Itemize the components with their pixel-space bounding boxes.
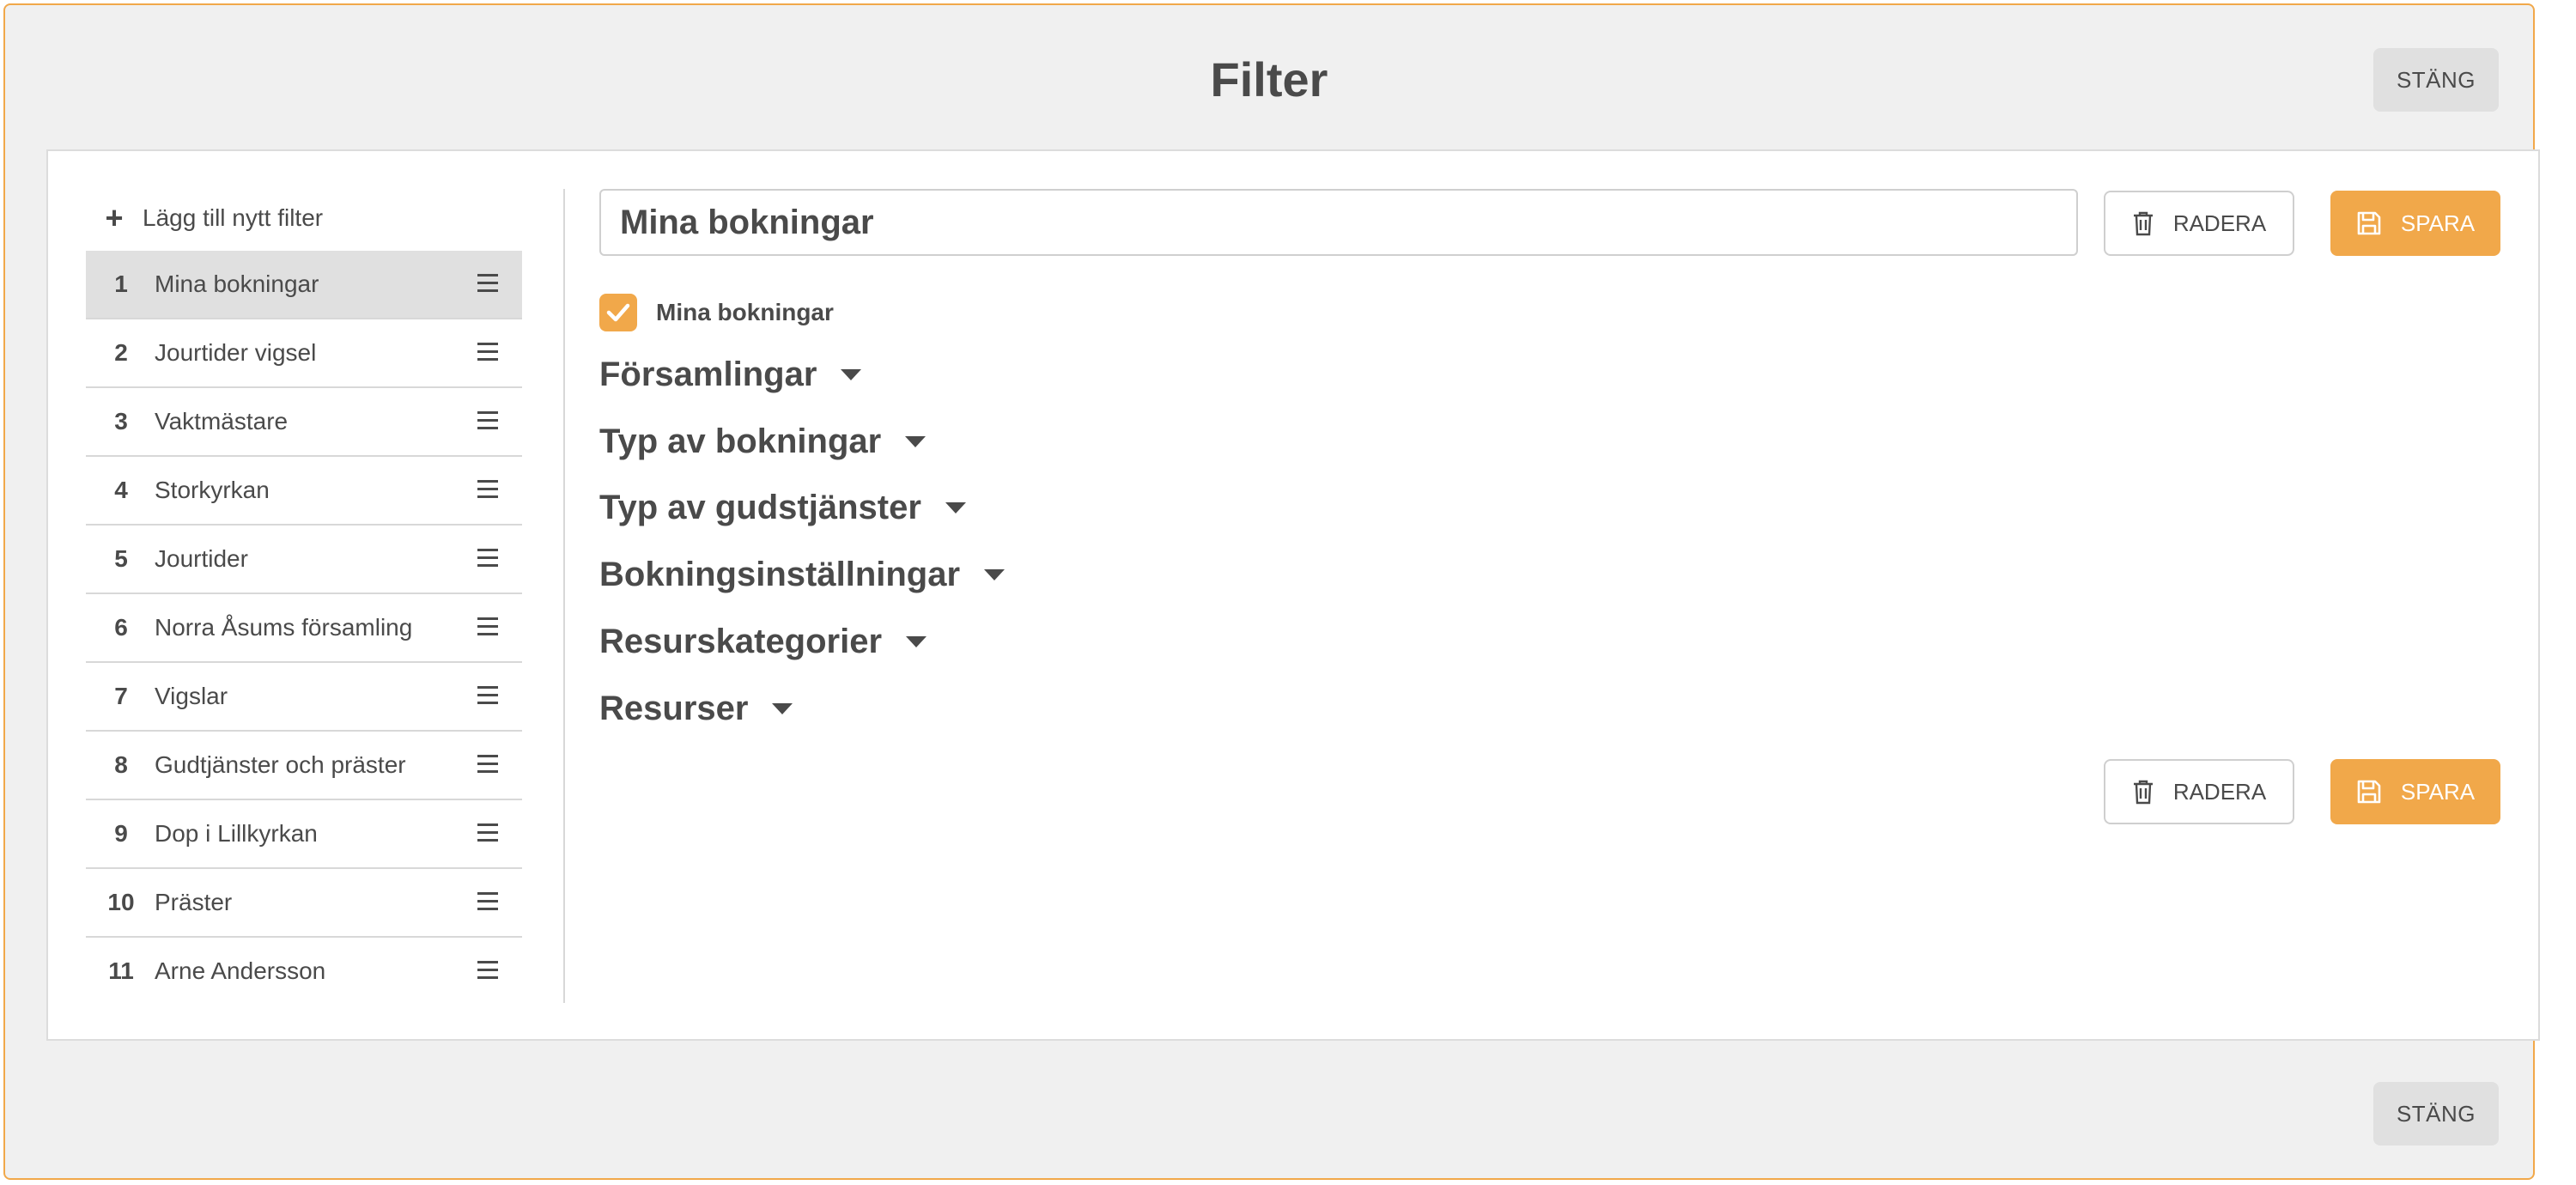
- filter-item-5[interactable]: 5 Jourtider: [86, 526, 522, 594]
- drag-handle-icon[interactable]: [477, 755, 498, 775]
- filter-item-4[interactable]: 4 Storkyrkan: [86, 457, 522, 526]
- checkbox-label: Mina bokningar: [656, 299, 834, 325]
- filter-item-7[interactable]: 7 Vigslar: [86, 663, 522, 732]
- filter-name-input[interactable]: [599, 189, 2078, 256]
- save-label: SPARA: [2400, 778, 2476, 805]
- section-label: Typ av bokningar: [599, 422, 882, 460]
- filter-item-number: 4: [114, 477, 128, 503]
- section-typ-av-bokningar[interactable]: Typ av bokningar: [599, 422, 927, 461]
- filter-item-number: 7: [114, 683, 128, 709]
- filter-item-label: Dop i Lillkyrkan: [155, 820, 318, 847]
- filter-item-label: Gudtjänster och präster: [155, 751, 406, 778]
- drag-handle-icon[interactable]: [477, 686, 498, 707]
- add-filter-button[interactable]: + Lägg till nytt filter: [86, 185, 522, 251]
- filter-item-11[interactable]: 11 Arne Andersson: [86, 938, 522, 1005]
- filter-item-label: Norra Åsums församling: [155, 614, 413, 641]
- drag-handle-icon[interactable]: [477, 961, 498, 981]
- drag-handle-icon[interactable]: [477, 343, 498, 363]
- drag-handle-icon[interactable]: [477, 892, 498, 913]
- filter-item-label: Vigslar: [155, 683, 228, 709]
- filter-item-6[interactable]: 6 Norra Åsums församling: [86, 594, 522, 663]
- caret-down-icon: [906, 636, 927, 647]
- section-label: Församlingar: [599, 356, 817, 393]
- section-label: Typ av gudstjänster: [599, 489, 921, 526]
- section-bokningsinstallningar[interactable]: Bokningsinställningar: [599, 556, 1005, 594]
- save-button-bottom[interactable]: SPARA: [2330, 759, 2500, 824]
- caret-down-icon: [945, 502, 966, 514]
- save-button-top[interactable]: SPARA: [2330, 191, 2500, 256]
- section-label: Bokningsinställningar: [599, 556, 961, 593]
- filter-item-number: 2: [114, 339, 128, 366]
- filter-item-3[interactable]: 3 Vaktmästare: [86, 388, 522, 457]
- delete-button-bottom[interactable]: RADERA: [2104, 759, 2294, 824]
- panel-divider: [563, 189, 565, 1003]
- caret-down-icon: [984, 569, 1005, 580]
- caret-down-icon: [841, 369, 862, 380]
- drag-handle-icon[interactable]: [477, 823, 498, 844]
- filter-item-number: 11: [108, 957, 134, 984]
- drag-handle-icon[interactable]: [477, 274, 498, 295]
- section-label: Resurskategorier: [599, 623, 883, 660]
- filter-item-10[interactable]: 10 Präster: [86, 869, 522, 938]
- filter-item-number: 8: [114, 751, 128, 778]
- filter-item-number: 6: [114, 614, 128, 641]
- filter-item-number: 1: [114, 270, 128, 297]
- my-bookings-checkbox-row[interactable]: Mina bokningar: [599, 294, 834, 331]
- filter-modal: Filter STÄNG + Lägg till nytt filter 1 M…: [3, 3, 2540, 1180]
- filter-item-1[interactable]: 1 Mina bokningar: [86, 251, 522, 319]
- caret-down-icon: [772, 703, 793, 714]
- section-resurser[interactable]: Resurser: [599, 690, 793, 728]
- filter-item-number: 10: [107, 889, 135, 915]
- checkbox[interactable]: [599, 294, 637, 331]
- filter-sidebar: + Lägg till nytt filter 1 Mina bokningar…: [86, 185, 522, 1005]
- add-filter-label: Lägg till nytt filter: [143, 204, 324, 231]
- filter-item-label: Arne Andersson: [155, 957, 326, 984]
- close-button-bottom[interactable]: STÄNG: [2373, 1082, 2499, 1146]
- filter-item-8[interactable]: 8 Gudtjänster och präster: [86, 732, 522, 800]
- filter-item-label: Vaktmästare: [155, 408, 289, 434]
- floppy-disk-icon: [2357, 780, 2381, 804]
- delete-label: RADERA: [2172, 778, 2267, 805]
- section-forsamlingar[interactable]: Församlingar: [599, 356, 862, 394]
- plus-icon: +: [105, 200, 124, 235]
- filter-item-number: 5: [114, 545, 128, 572]
- filter-item-label: Jourtider vigsel: [155, 339, 317, 366]
- close-button-top[interactable]: STÄNG: [2373, 48, 2499, 112]
- modal-title: Filter: [1210, 52, 1328, 106]
- section-label: Resurser: [599, 690, 749, 727]
- drag-handle-icon[interactable]: [477, 549, 498, 569]
- caret-down-icon: [905, 436, 927, 447]
- checkmark-icon: [606, 303, 630, 322]
- trash-icon: [2133, 780, 2153, 805]
- delete-button-top[interactable]: RADERA: [2104, 191, 2294, 256]
- drag-handle-icon[interactable]: [477, 480, 498, 501]
- filter-list: 1 Mina bokningar 2 Jourtider vigsel 3 Va…: [86, 251, 522, 1005]
- filter-item-2[interactable]: 2 Jourtider vigsel: [86, 319, 522, 388]
- section-typ-av-gudstjanster[interactable]: Typ av gudstjänster: [599, 489, 966, 527]
- floppy-disk-icon: [2357, 211, 2381, 235]
- save-label: SPARA: [2400, 210, 2476, 236]
- filter-item-label: Jourtider: [155, 545, 248, 572]
- trash-icon: [2133, 211, 2153, 236]
- filter-panel: + Lägg till nytt filter 1 Mina bokningar…: [46, 149, 2540, 1041]
- drag-handle-icon[interactable]: [477, 617, 498, 638]
- section-resurskategorier[interactable]: Resurskategorier: [599, 623, 927, 661]
- filter-item-label: Mina bokningar: [155, 270, 319, 297]
- filter-item-number: 9: [114, 820, 128, 847]
- filter-item-number: 3: [114, 408, 128, 434]
- filter-item-9[interactable]: 9 Dop i Lillkyrkan: [86, 800, 522, 869]
- filter-item-label: Storkyrkan: [155, 477, 270, 503]
- filter-item-label: Präster: [155, 889, 233, 915]
- delete-label: RADERA: [2172, 210, 2267, 236]
- drag-handle-icon[interactable]: [477, 411, 498, 432]
